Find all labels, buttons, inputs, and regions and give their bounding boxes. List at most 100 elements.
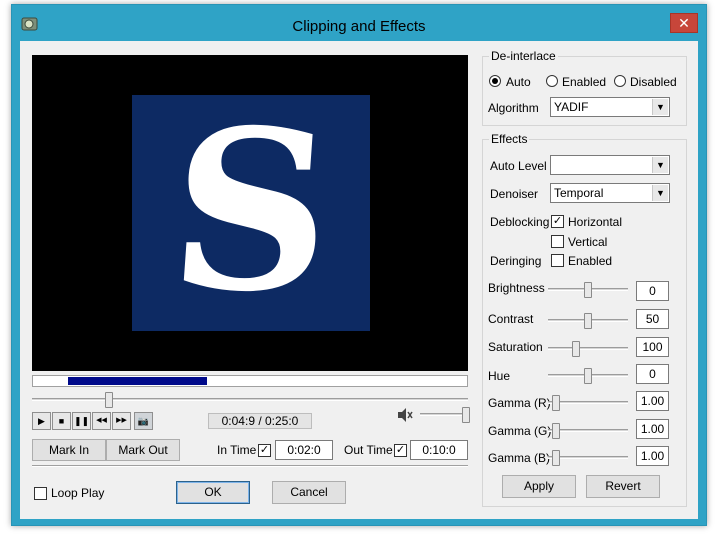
deblocking-horizontal-checkbox[interactable]: ✓ xyxy=(551,215,564,228)
deinterlace-disabled-radio[interactable] xyxy=(614,75,626,87)
volume-thumb[interactable] xyxy=(462,407,470,423)
speaker-muted-icon[interactable] xyxy=(396,406,414,424)
check-icon: ✓ xyxy=(395,444,406,456)
close-icon: ✕ xyxy=(678,15,690,31)
deinterlace-enabled-radio[interactable] xyxy=(546,75,558,87)
pause-button[interactable]: ❚❚ xyxy=(72,412,91,430)
saturation-track xyxy=(548,347,628,350)
hue-thumb[interactable] xyxy=(584,368,592,384)
algorithm-select[interactable]: YADIF ▼ xyxy=(550,97,670,117)
pause-icon: ❚❚ xyxy=(73,416,90,426)
out-time-checkbox[interactable]: ✓ xyxy=(394,444,407,457)
contrast-thumb[interactable] xyxy=(584,313,592,329)
volume-track xyxy=(420,413,468,416)
deinterlace-enabled-label: Enabled xyxy=(562,75,607,89)
chevron-down-icon: ▼ xyxy=(652,185,668,201)
check-icon: ✓ xyxy=(552,215,563,227)
gamma-b-thumb[interactable] xyxy=(551,450,560,466)
deinterlace-auto-radio[interactable] xyxy=(489,75,501,87)
gamma-g-thumb[interactable] xyxy=(551,423,560,439)
brightness-thumb[interactable] xyxy=(584,282,592,298)
contrast-label: Contrast xyxy=(488,312,534,326)
mark-in-button[interactable]: Mark In xyxy=(32,439,106,461)
denoiser-value: Temporal xyxy=(554,186,604,200)
separator xyxy=(32,465,468,467)
deringing-enabled-label: Enabled xyxy=(568,254,613,268)
title-bar[interactable]: Clipping and Effects ✕ xyxy=(12,5,706,41)
brightness-label: Brightness xyxy=(488,281,545,295)
stop-icon: ■ xyxy=(58,416,65,426)
gamma-b-field[interactable]: 1.00 xyxy=(636,446,669,466)
deinterlace-auto-label: Auto xyxy=(506,75,531,89)
ok-button[interactable]: OK xyxy=(176,481,250,504)
gamma-r-thumb[interactable] xyxy=(551,395,560,411)
in-time-checkbox[interactable]: ✓ xyxy=(258,444,271,457)
stop-button[interactable]: ■ xyxy=(52,412,71,430)
mark-out-button[interactable]: Mark Out xyxy=(106,439,180,461)
play-icon: ▶ xyxy=(38,416,45,426)
auto-level-label: Auto Level xyxy=(490,159,547,173)
dialog-body: S ▶ ■ ❚❚ ◀◀ ▶▶ 📷 0:04:9 / 0:25:0 Mark In… xyxy=(20,41,698,519)
out-time-field[interactable]: 0:10:0 xyxy=(410,440,468,460)
time-display: 0:04:9 / 0:25:0 xyxy=(208,413,312,429)
gamma-g-field[interactable]: 1.00 xyxy=(636,419,669,439)
rewind-button[interactable]: ◀◀ xyxy=(92,412,111,430)
hue-slider[interactable] xyxy=(548,367,628,385)
effects-group-title: Effects xyxy=(489,132,530,146)
deringing-label: Deringing xyxy=(490,254,542,268)
loop-play-checkbox[interactable] xyxy=(34,487,47,500)
gamma-g-track xyxy=(548,429,628,432)
deinterlace-disabled-label: Disabled xyxy=(630,75,677,89)
loop-play-label: Loop Play xyxy=(51,486,105,500)
in-time-field[interactable]: 0:02:0 xyxy=(275,440,333,460)
deblocking-vertical-label: Vertical xyxy=(568,235,608,249)
gamma-r-label: Gamma (R) xyxy=(488,396,551,410)
gamma-b-track xyxy=(548,456,628,459)
brightness-field[interactable]: 0 xyxy=(636,281,669,301)
saturation-label: Saturation xyxy=(488,340,543,354)
saturation-field[interactable]: 100 xyxy=(636,337,669,357)
hue-field[interactable]: 0 xyxy=(636,364,669,384)
video-frame: S xyxy=(132,81,370,340)
contrast-field[interactable]: 50 xyxy=(636,309,669,329)
gamma-g-slider[interactable] xyxy=(548,422,628,440)
deblocking-vertical-checkbox[interactable] xyxy=(551,235,564,248)
gamma-b-slider[interactable] xyxy=(548,449,628,467)
brightness-slider[interactable] xyxy=(548,281,628,299)
clipping-effects-window: Clipping and Effects ✕ S ▶ ■ ❚❚ ◀◀ ▶▶ 📷 … xyxy=(11,4,707,526)
chevron-down-icon: ▼ xyxy=(652,157,668,173)
clip-range-bar[interactable] xyxy=(32,375,468,387)
cancel-button[interactable]: Cancel xyxy=(272,481,346,504)
deinterlace-group-title: De-interlace xyxy=(489,49,558,63)
auto-level-select[interactable]: ▼ xyxy=(550,155,670,175)
video-preview: S xyxy=(32,55,468,371)
volume-slider[interactable] xyxy=(420,406,470,424)
deringing-enabled-checkbox[interactable] xyxy=(551,254,564,267)
close-button[interactable]: ✕ xyxy=(670,13,698,33)
saturation-slider[interactable] xyxy=(548,340,628,358)
in-time-label: In Time xyxy=(217,443,257,457)
chevron-down-icon: ▼ xyxy=(652,99,668,115)
window-title: Clipping and Effects xyxy=(292,18,426,35)
gamma-r-slider[interactable] xyxy=(548,394,628,412)
seek-track xyxy=(32,398,468,401)
gamma-r-track xyxy=(548,401,628,404)
gamma-r-field[interactable]: 1.00 xyxy=(636,391,669,411)
apply-button[interactable]: Apply xyxy=(502,475,576,498)
clip-range-fill xyxy=(67,377,207,385)
snapshot-button[interactable]: 📷 xyxy=(134,412,153,430)
contrast-slider[interactable] xyxy=(548,312,628,330)
denoiser-select[interactable]: Temporal ▼ xyxy=(550,183,670,203)
revert-button[interactable]: Revert xyxy=(586,475,660,498)
gamma-g-label: Gamma (G) xyxy=(488,424,552,438)
seek-thumb[interactable] xyxy=(104,392,113,408)
video-letter: S xyxy=(162,81,340,340)
forward-button[interactable]: ▶▶ xyxy=(112,412,131,430)
denoiser-label: Denoiser xyxy=(490,187,539,201)
deblocking-horizontal-label: Horizontal xyxy=(568,215,623,229)
play-button[interactable]: ▶ xyxy=(32,412,51,430)
deblocking-label: Deblocking xyxy=(490,215,550,229)
fast-forward-icon: ▶▶ xyxy=(116,417,127,424)
hue-label: Hue xyxy=(488,369,511,383)
saturation-thumb[interactable] xyxy=(571,341,580,357)
